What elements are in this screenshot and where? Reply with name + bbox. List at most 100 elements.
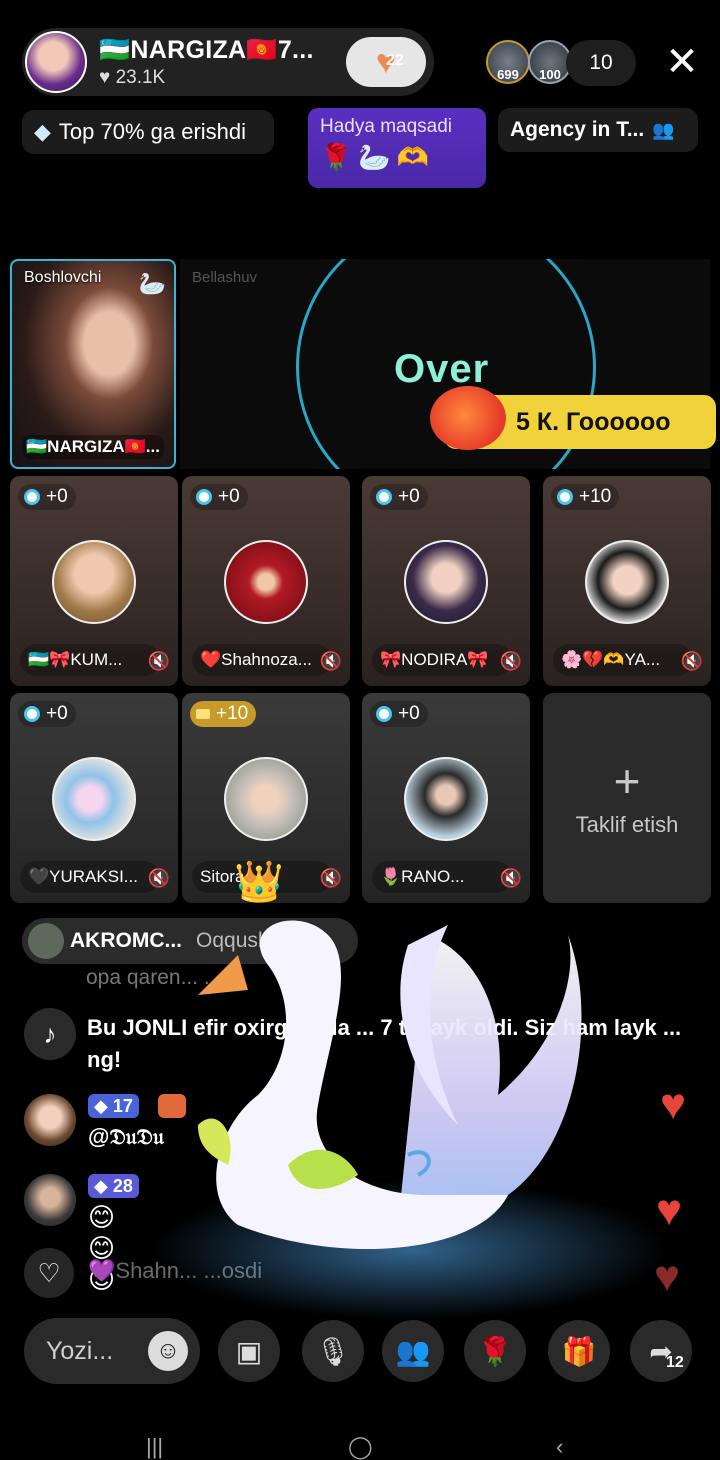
top-rank-text: Top 70% ga erishdi	[58, 119, 247, 144]
guest-avatar[interactable]	[404, 540, 488, 624]
viewer-count[interactable]: 10	[566, 40, 636, 86]
mic-off-icon: 🔇	[147, 651, 170, 671]
comment-input-placeholder: Yozi...	[46, 1336, 114, 1365]
rose-icon: 🌹	[477, 1335, 513, 1367]
guest-score-value: +0	[46, 486, 68, 507]
guest-name: 🌸💔🫶YA...	[553, 644, 693, 676]
invite-label: Taklif etish	[575, 812, 679, 837]
guest-name: 🎀NODIRA🎀	[372, 644, 512, 676]
coin-icon	[196, 489, 212, 505]
floating-heart-icon: ♥	[660, 1080, 687, 1129]
comment-input[interactable]: Yozi... ☺	[24, 1318, 200, 1384]
chat-avatar[interactable]	[24, 1174, 76, 1226]
gift-goal-icons: 🌹🦢🫶	[320, 142, 436, 172]
gift-sender-avatar[interactable]	[28, 923, 64, 959]
level-badge: ◆ 17	[88, 1094, 139, 1118]
level-value: 17	[112, 1095, 133, 1116]
guest-score: +10	[190, 701, 257, 727]
coin-icon	[376, 489, 392, 505]
guests-button[interactable]: 👥	[382, 1320, 444, 1382]
guest-tile[interactable]: +0 🇺🇿🎀KUM... 🔇	[10, 476, 178, 686]
gift-goal-title: Hadya maqsadi	[320, 116, 453, 137]
guest-tile[interactable]: +0 🖤YURAKSI... 🔇	[10, 693, 178, 903]
guest-score-value: +0	[218, 486, 240, 507]
mic-off-button[interactable]: 🎙	[302, 1320, 364, 1382]
host-likes: ♥ 23.1K	[99, 67, 346, 89]
level-value: 28	[112, 1175, 133, 1196]
emoji-icon[interactable]: ☺	[148, 1331, 188, 1371]
like-button[interactable]: ♡	[24, 1248, 74, 1298]
agency-text: Agency in T...	[510, 118, 645, 141]
agency-badge[interactable]: Agency in T... 👥	[498, 108, 698, 152]
close-icon[interactable]: ✕	[662, 42, 702, 82]
guest-score-value: +0	[46, 703, 68, 724]
chat-avatar[interactable]	[24, 1094, 76, 1146]
top-rank-badge[interactable]: ◆ Top 70% ga erishdi	[22, 110, 274, 154]
group-icon: 👥	[652, 119, 675, 140]
guest-name: ❤️Shahnoza...	[192, 644, 332, 676]
back-icon[interactable]: ‹	[556, 1434, 563, 1460]
host-stage-tile[interactable]: Boshlovchi 🦢 🇺🇿NARGIZA🇰🇬...	[10, 259, 176, 469]
swan-gift-animation	[198, 920, 582, 1249]
mic-off-icon: 🔇	[319, 868, 342, 888]
gift-goal-card[interactable]: Hadya maqsadi 🌹🦢🫶	[308, 108, 486, 188]
crown-icon: 👑	[234, 860, 284, 904]
guest-score: +0	[370, 701, 428, 727]
coin-icon	[24, 489, 40, 505]
plus-icon: +	[613, 755, 641, 807]
mic-off-icon: 🎙	[315, 1335, 351, 1367]
guest-score: +0	[18, 701, 76, 727]
people-icon: 👥	[395, 1335, 431, 1367]
tiktok-icon: ♪	[24, 1008, 76, 1060]
heart-icon: ♥	[99, 66, 111, 88]
battle-status: Over	[394, 347, 490, 391]
guest-name: 🖤YURAKSI...	[20, 861, 160, 893]
guest-avatar[interactable]	[224, 757, 308, 841]
mascot-icon	[430, 386, 506, 450]
host-avatar[interactable]	[25, 31, 87, 93]
share-button[interactable]: ➦	[630, 1320, 692, 1382]
viewer-badge: 699	[497, 67, 519, 82]
home-icon[interactable]: ◯	[348, 1434, 373, 1460]
guest-avatar[interactable]	[52, 540, 136, 624]
mic-off-icon: 🔇	[319, 651, 342, 671]
system-nav-bar: ||| ◯ ‹	[0, 1428, 720, 1459]
guest-tile[interactable]: +10 🌸💔🫶YA... 🔇	[543, 476, 711, 686]
host-pill[interactable]: 🇺🇿NARGIZA🇰🇬7... ♥ 23.1K ♥ 22	[22, 28, 434, 96]
coin-icon	[24, 706, 40, 722]
guest-tile[interactable]: +0 ❤️Shahnoza... 🔇	[182, 476, 350, 686]
viewer-avatar[interactable]: 699	[486, 40, 530, 84]
mic-off-icon: 🔇	[680, 651, 703, 671]
crown-icon	[196, 709, 210, 719]
guest-score: +0	[370, 484, 428, 510]
gift-button[interactable]: 🎁	[548, 1320, 610, 1382]
host-likes-count: 23.1K	[115, 66, 166, 88]
guest-avatar[interactable]	[585, 540, 669, 624]
host-stage-name: 🇺🇿NARGIZA🇰🇬...	[22, 435, 164, 459]
level-badge: ◆ 28	[88, 1174, 139, 1198]
heart-outline-icon: ♡	[37, 1257, 61, 1288]
camera-off-button[interactable]: ▣	[218, 1320, 280, 1382]
guest-avatar[interactable]	[404, 757, 488, 841]
invite-slot[interactable]: + Taklif etish	[543, 693, 711, 903]
rose-gift-button[interactable]: 🌹	[464, 1320, 526, 1382]
viewer-badge: 100	[539, 67, 561, 82]
recents-icon[interactable]: |||	[146, 1434, 163, 1460]
share-count: 12	[666, 1354, 684, 1371]
chat-text: @𝔇𝔲𝔇𝔲	[88, 1124, 164, 1149]
guest-tile[interactable]: +0 🌷RANO... 🔇	[362, 693, 530, 903]
diamond-icon: ◆	[34, 119, 51, 144]
guest-score: +0	[190, 484, 248, 510]
guest-score-value: +0	[398, 486, 420, 507]
follow-button[interactable]: ♥ 22	[346, 37, 426, 87]
mic-off-icon: 🔇	[147, 868, 170, 888]
guest-avatar[interactable]	[224, 540, 308, 624]
guest-avatar[interactable]	[52, 757, 136, 841]
host-name: 🇺🇿NARGIZA🇰🇬7...	[99, 35, 314, 64]
mic-off-icon: 🔇	[499, 868, 522, 888]
coin-icon	[557, 489, 573, 505]
battle-label: Bellashuv	[192, 269, 258, 286]
guest-score: +10	[551, 484, 620, 510]
host-stage-label: Boshlovchi	[24, 269, 102, 286]
guest-tile[interactable]: +0 🎀NODIRA🎀 🔇	[362, 476, 530, 686]
